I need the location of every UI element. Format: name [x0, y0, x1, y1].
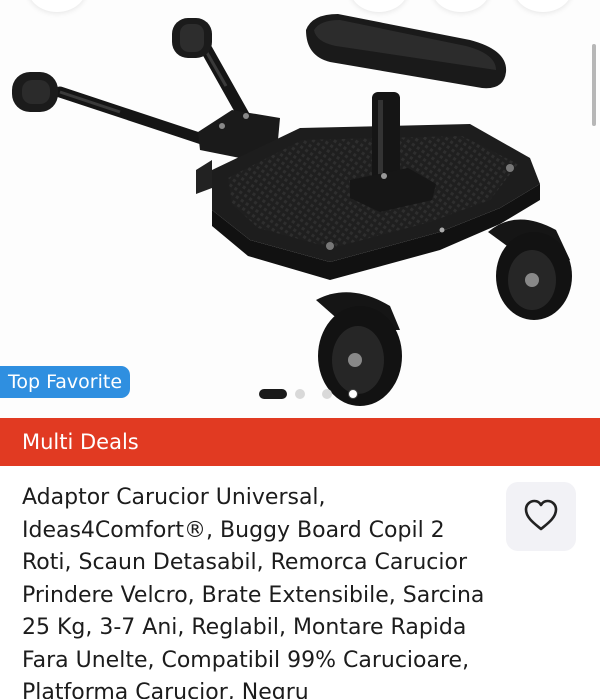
- carousel-dot[interactable]: [348, 389, 358, 399]
- carousel-indicator: [0, 387, 600, 401]
- multi-deals-label: Multi Deals: [22, 430, 139, 454]
- carousel-dot[interactable]: [295, 389, 305, 399]
- product-image-gallery[interactable]: Top Favorite: [0, 0, 600, 418]
- carousel-dot-active[interactable]: [259, 389, 287, 399]
- carousel-dot[interactable]: [322, 389, 332, 399]
- multi-deals-banner[interactable]: Multi Deals: [0, 418, 600, 466]
- heart-icon: [524, 499, 558, 531]
- add-to-favorites-button[interactable]: [506, 482, 576, 551]
- product-title: Adaptor Carucior Universal, Ideas4Comfor…: [22, 485, 485, 699]
- product-image: [12, 14, 572, 406]
